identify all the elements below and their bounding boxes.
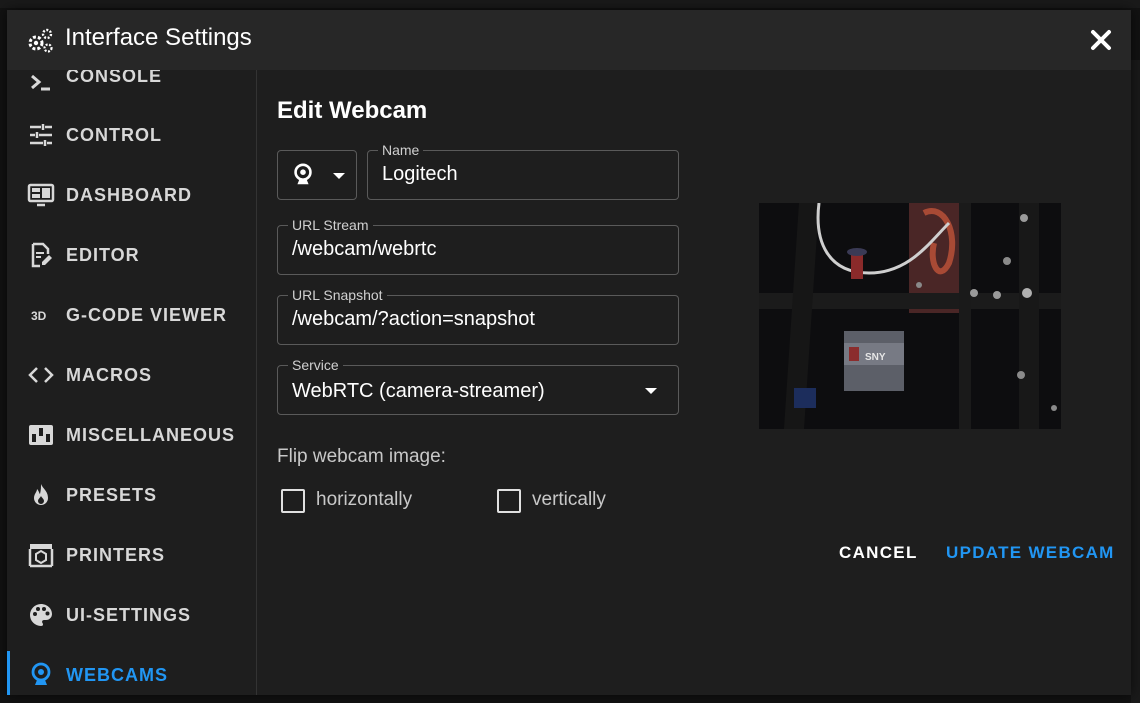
console-icon (31, 74, 50, 91)
background-panel (0, 0, 1140, 8)
sidebar-item-gcode-viewer[interactable]: 3D G-CODE VIEWER (7, 285, 256, 345)
url-stream-label: URL Stream (288, 217, 373, 233)
flip-horizontal-label[interactable]: horizontally (316, 489, 412, 511)
close-icon[interactable] (1087, 26, 1115, 54)
palette-icon (30, 604, 52, 626)
sidebar-item-label: G-CODE VIEWER (66, 304, 228, 325)
cancel-button[interactable]: CANCEL (839, 543, 918, 563)
sidebar-item-label: UI-SETTINGS (66, 604, 192, 625)
url-stream-input[interactable] (292, 238, 632, 261)
sidebar-item-label: CONTROL (66, 124, 162, 145)
sidebar-item-editor[interactable]: EDITOR (7, 225, 256, 285)
interface-settings-dialog: Interface Settings CONSOLE CONTROL DASHB… (7, 10, 1131, 695)
service-label: Service (288, 357, 343, 373)
sidebar-item-label: MACROS (66, 364, 152, 385)
sidebar-item-miscellaneous[interactable]: MISCELLANEOUS (7, 405, 256, 465)
url-snapshot-label: URL Snapshot (288, 287, 387, 303)
name-field-label: Name (378, 142, 424, 158)
url-stream-field[interactable]: URL Stream (277, 217, 679, 275)
sidebar-item-label: PRESETS (66, 484, 158, 505)
sidebar-item-label: WEBCAMS (66, 664, 168, 685)
sidebar-item-dashboard[interactable]: DASHBOARD (7, 165, 256, 225)
sidebar-item-label: CONSOLE (66, 70, 163, 86)
chevron-down-icon (645, 388, 657, 394)
sidebar-item-control[interactable]: CONTROL (7, 105, 256, 165)
dialog-titlebar: Interface Settings (7, 10, 1131, 70)
sidebar-item-label: PRINTERS (66, 544, 166, 565)
webcam-icon (31, 662, 51, 685)
printer-3d-icon (28, 544, 54, 568)
dip-switch-icon (29, 425, 53, 445)
tune-icon (30, 124, 52, 146)
flip-horizontal-checkbox[interactable] (281, 489, 305, 513)
svg-text:3D: 3D (31, 309, 47, 323)
sidebar-item-webcams[interactable]: WEBCAMS (7, 645, 256, 695)
file-edit-icon (31, 242, 52, 268)
sidebar-item-console[interactable]: CONSOLE (7, 70, 256, 108)
cube-3d-icon: 3D (31, 309, 47, 323)
page-title: Edit Webcam (277, 97, 428, 124)
sidebar-item-label: MISCELLANEOUS (66, 424, 236, 445)
url-snapshot-input[interactable] (292, 308, 632, 331)
background-panel-right (1131, 60, 1140, 703)
service-select[interactable]: Service WebRTC (camera-streamer) (277, 357, 679, 415)
webcam-icon-select[interactable] (277, 150, 357, 200)
chevron-down-icon (333, 173, 345, 179)
code-tags-icon (28, 367, 54, 383)
preview-text: SNY (865, 352, 886, 363)
name-field[interactable]: Name (367, 142, 679, 200)
url-snapshot-field[interactable]: URL Snapshot (277, 287, 679, 345)
webcam-preview-image: SNY (759, 203, 1061, 429)
flip-vertical-label[interactable]: vertically (532, 489, 606, 511)
fire-icon (34, 484, 48, 505)
sidebar-item-printers[interactable]: PRINTERS (7, 525, 256, 585)
update-webcam-button[interactable]: UPDATE WEBCAM (946, 543, 1115, 563)
name-input[interactable] (382, 163, 646, 186)
monitor-dashboard-icon (27, 183, 55, 207)
flip-vertical-checkbox[interactable] (497, 489, 521, 513)
flip-webcam-label: Flip webcam image: (277, 446, 446, 467)
service-value: WebRTC (camera-streamer) (292, 380, 545, 402)
webcam-icon (294, 163, 312, 185)
webcam-edit-panel: Edit Webcam Name URL Stream URL Snapshot (257, 70, 1131, 695)
dialog-title: Interface Settings (65, 24, 252, 51)
cogs-icon (28, 28, 53, 53)
sidebar-item-macros[interactable]: MACROS (7, 345, 256, 405)
sidebar-item-ui-settings[interactable]: UI-SETTINGS (7, 585, 256, 645)
sidebar-item-label: DASHBOARD (66, 184, 192, 205)
settings-sidebar: CONSOLE CONTROL DASHBOARD EDITOR 3D G-CO… (7, 70, 257, 695)
sidebar-item-label: EDITOR (66, 244, 140, 265)
sidebar-item-presets[interactable]: PRESETS (7, 465, 256, 525)
